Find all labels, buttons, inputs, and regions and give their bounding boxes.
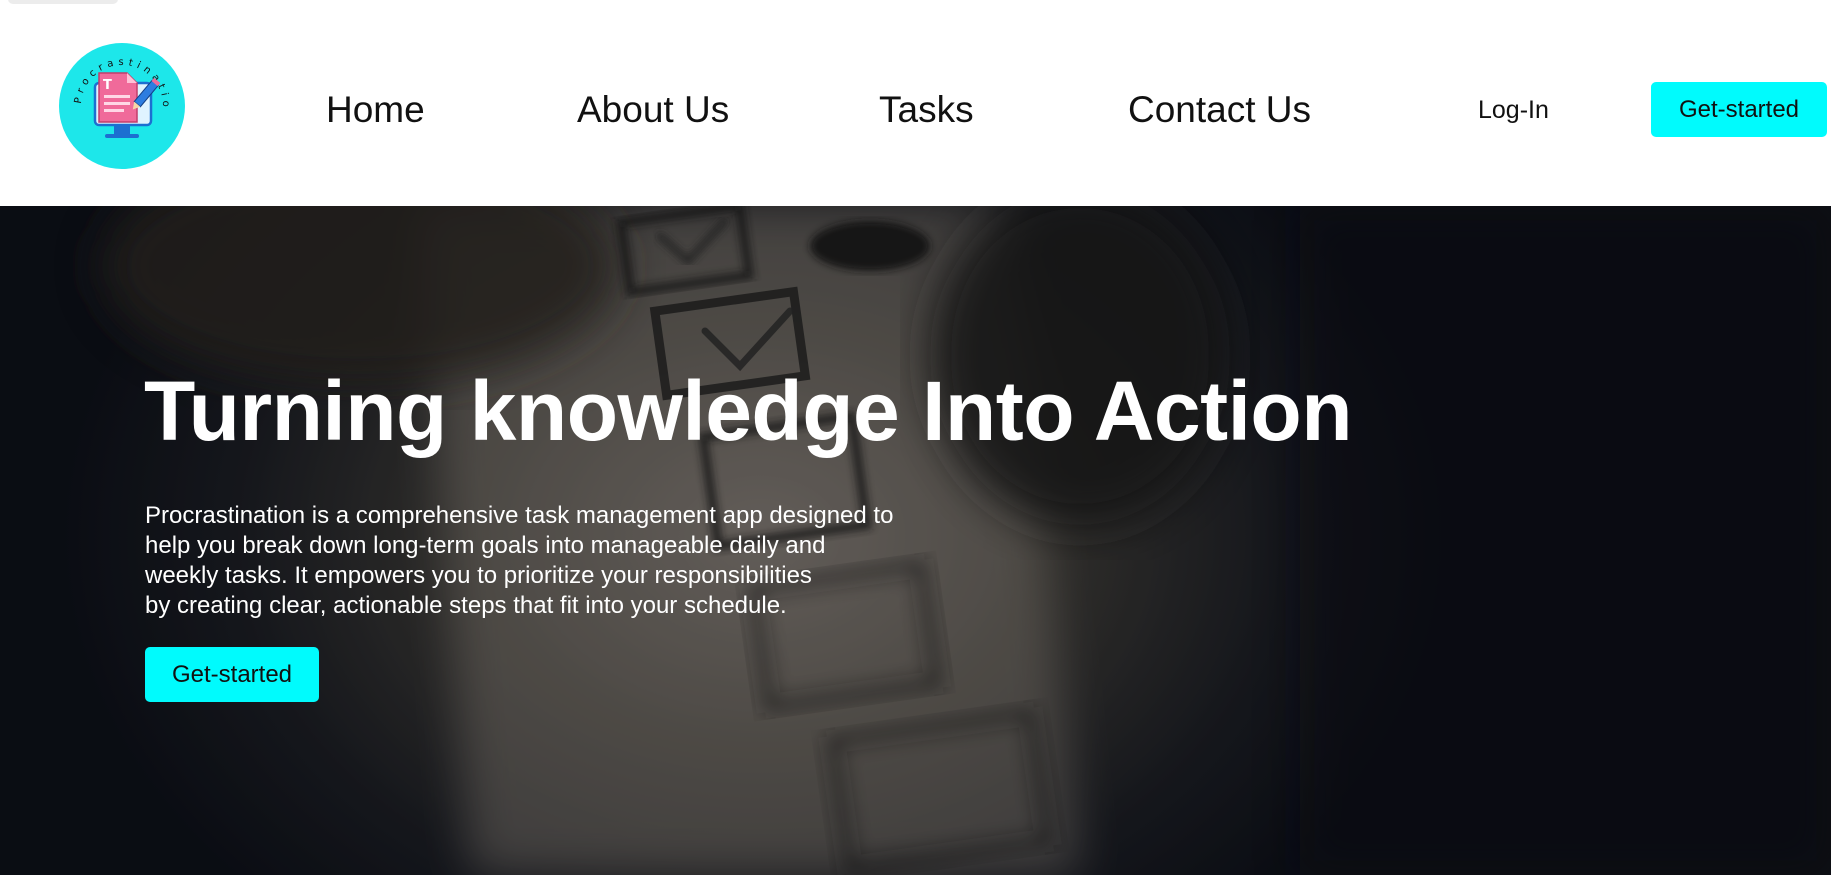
hero-section: Turning knowledge Into Action Procrastin… — [0, 206, 1831, 875]
login-link[interactable]: Log-In — [1478, 95, 1549, 125]
hero-description-line: Procrastination is a comprehensive task … — [145, 502, 894, 529]
monitor-document-pencil-icon: Procrastination T — [59, 43, 167, 138]
browser-tab-stub — [8, 0, 118, 4]
hero-title: Turning knowledge Into Action — [144, 364, 1353, 458]
brand-logo[interactable]: Procrastination T — [59, 43, 185, 169]
svg-text:T: T — [103, 78, 112, 93]
nav-about-us[interactable]: About Us — [577, 88, 729, 132]
hero-description-line: help you break down long-term goals into… — [145, 532, 826, 559]
top-navbar: Procrastination T Home About Us Tasks Co… — [0, 0, 1831, 206]
hero-description-line: weekly tasks. It empowers you to priorit… — [145, 562, 812, 589]
get-started-button-hero[interactable]: Get-started — [145, 647, 319, 702]
nav-contact-us[interactable]: Contact Us — [1128, 88, 1311, 132]
hero-description: Procrastination is a comprehensive task … — [145, 501, 965, 621]
nav-tasks[interactable]: Tasks — [879, 88, 974, 132]
hero-description-line: by creating clear, actionable steps that… — [145, 592, 787, 619]
get-started-button-nav[interactable]: Get-started — [1651, 82, 1827, 137]
nav-home[interactable]: Home — [326, 88, 425, 132]
